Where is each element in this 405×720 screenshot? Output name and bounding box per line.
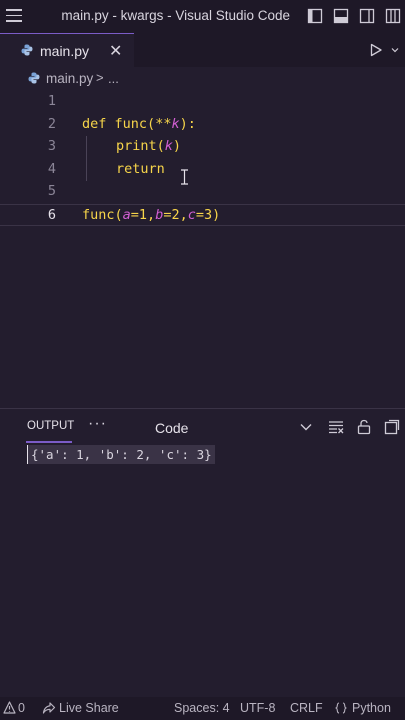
- title-bar: main.py - kwargs - Visual Studio Code: [0, 0, 405, 33]
- open-output-in-editor-icon[interactable]: [384, 419, 400, 435]
- code-text: print(k): [116, 138, 181, 154]
- line-number: 5: [47, 183, 56, 199]
- language-braces-icon[interactable]: [334, 701, 348, 715]
- status-bar: 0 Live Share Spaces: 4 UTF-8 CRLF Python: [0, 697, 405, 720]
- live-share-label[interactable]: Live Share: [59, 701, 119, 715]
- paren: ): [172, 138, 182, 154]
- code-line[interactable]: 3 print(k): [0, 136, 405, 159]
- kwargs-operator: **: [155, 115, 172, 132]
- code-line[interactable]: 5: [0, 181, 405, 204]
- paren: (: [156, 138, 165, 154]
- output-channel-select[interactable]: Code: [155, 420, 188, 436]
- value-a: =1,: [130, 206, 156, 223]
- language-mode[interactable]: Python: [352, 701, 391, 715]
- line-number: 2: [47, 115, 56, 132]
- python-file-icon: [21, 44, 33, 56]
- argument-a: a: [122, 206, 131, 223]
- toggle-panel-icon[interactable]: [333, 8, 349, 24]
- customize-layout-icon[interactable]: [385, 8, 401, 24]
- code-text: func(a=1,b=2,c=3): [82, 207, 220, 223]
- output-content: {'a': 1, 'b': 2, 'c': 3}: [27, 445, 215, 464]
- eol-setting[interactable]: CRLF: [290, 701, 323, 715]
- window-title: main.py - kwargs - Visual Studio Code: [61, 8, 290, 23]
- run-python-file-icon[interactable]: [369, 43, 383, 57]
- toggle-primary-sidebar-icon[interactable]: [307, 8, 323, 24]
- parameter-k: k: [171, 115, 180, 132]
- line-number: 3: [47, 138, 56, 154]
- warning-count[interactable]: 0: [18, 701, 25, 715]
- paren: (: [147, 115, 156, 132]
- parameter-k: k: [164, 138, 173, 154]
- code-text: return: [116, 161, 165, 177]
- warning-icon[interactable]: [3, 701, 16, 714]
- value-c: =3): [195, 206, 221, 223]
- line-number: 4: [47, 160, 56, 177]
- keyword-def: def: [82, 115, 107, 132]
- code-line-current[interactable]: 6 func(a=1,b=2,c=3): [0, 203, 405, 226]
- output-panel: OUTPUT ··· Code {'a': 1, 'b': 2, 'c': 3}: [0, 408, 405, 694]
- chevron-down-icon[interactable]: [300, 423, 312, 431]
- code-editor[interactable]: 1 2 def func(**k): 3 print(k) 4 return 5…: [0, 91, 405, 401]
- more-actions-icon[interactable]: ···: [88, 415, 107, 433]
- breadcrumb-file[interactable]: main.py: [46, 71, 93, 86]
- line-number: 6: [47, 206, 56, 223]
- tab-output[interactable]: OUTPUT: [27, 420, 74, 432]
- indentation-setting[interactable]: Spaces: 4: [174, 701, 230, 715]
- breadcrumb-symbols[interactable]: ...: [108, 71, 119, 86]
- python-file-icon: [28, 72, 40, 84]
- tab-main-py[interactable]: main.py ✕: [0, 33, 134, 67]
- function-call: func: [82, 206, 115, 223]
- breadcrumb: main.py > ...: [0, 67, 405, 91]
- code-line[interactable]: 4 return: [0, 159, 405, 182]
- code-text: def func(**k):: [82, 116, 196, 132]
- clear-output-icon[interactable]: [328, 419, 344, 435]
- argument-c: c: [187, 206, 196, 223]
- keyword-return: return: [116, 160, 165, 177]
- line-number: 1: [47, 93, 56, 109]
- breadcrumb-separator: >: [96, 70, 104, 85]
- layout-controls: [307, 8, 401, 24]
- toggle-secondary-sidebar-icon[interactable]: [359, 8, 375, 24]
- editor-tab-bar: main.py ✕: [0, 33, 405, 67]
- encoding-setting[interactable]: UTF-8: [240, 701, 275, 715]
- value-b: =2,: [163, 206, 188, 223]
- indent-guide: [86, 136, 87, 181]
- paren: (: [114, 206, 123, 223]
- text-cursor-icon: [181, 169, 188, 185]
- run-options-chevron-down-icon[interactable]: [391, 46, 399, 54]
- builtin-print: print: [116, 138, 157, 154]
- close-tab-icon[interactable]: ✕: [109, 41, 122, 61]
- live-share-icon[interactable]: [42, 701, 56, 715]
- tab-label: main.py: [40, 43, 90, 59]
- paren-colon: ):: [179, 115, 196, 132]
- lock-scroll-icon[interactable]: [356, 419, 372, 435]
- function-name: func: [114, 115, 148, 132]
- active-tab-indicator: [26, 441, 72, 443]
- code-line[interactable]: 2 def func(**k):: [0, 114, 405, 137]
- code-line[interactable]: 1: [0, 91, 405, 114]
